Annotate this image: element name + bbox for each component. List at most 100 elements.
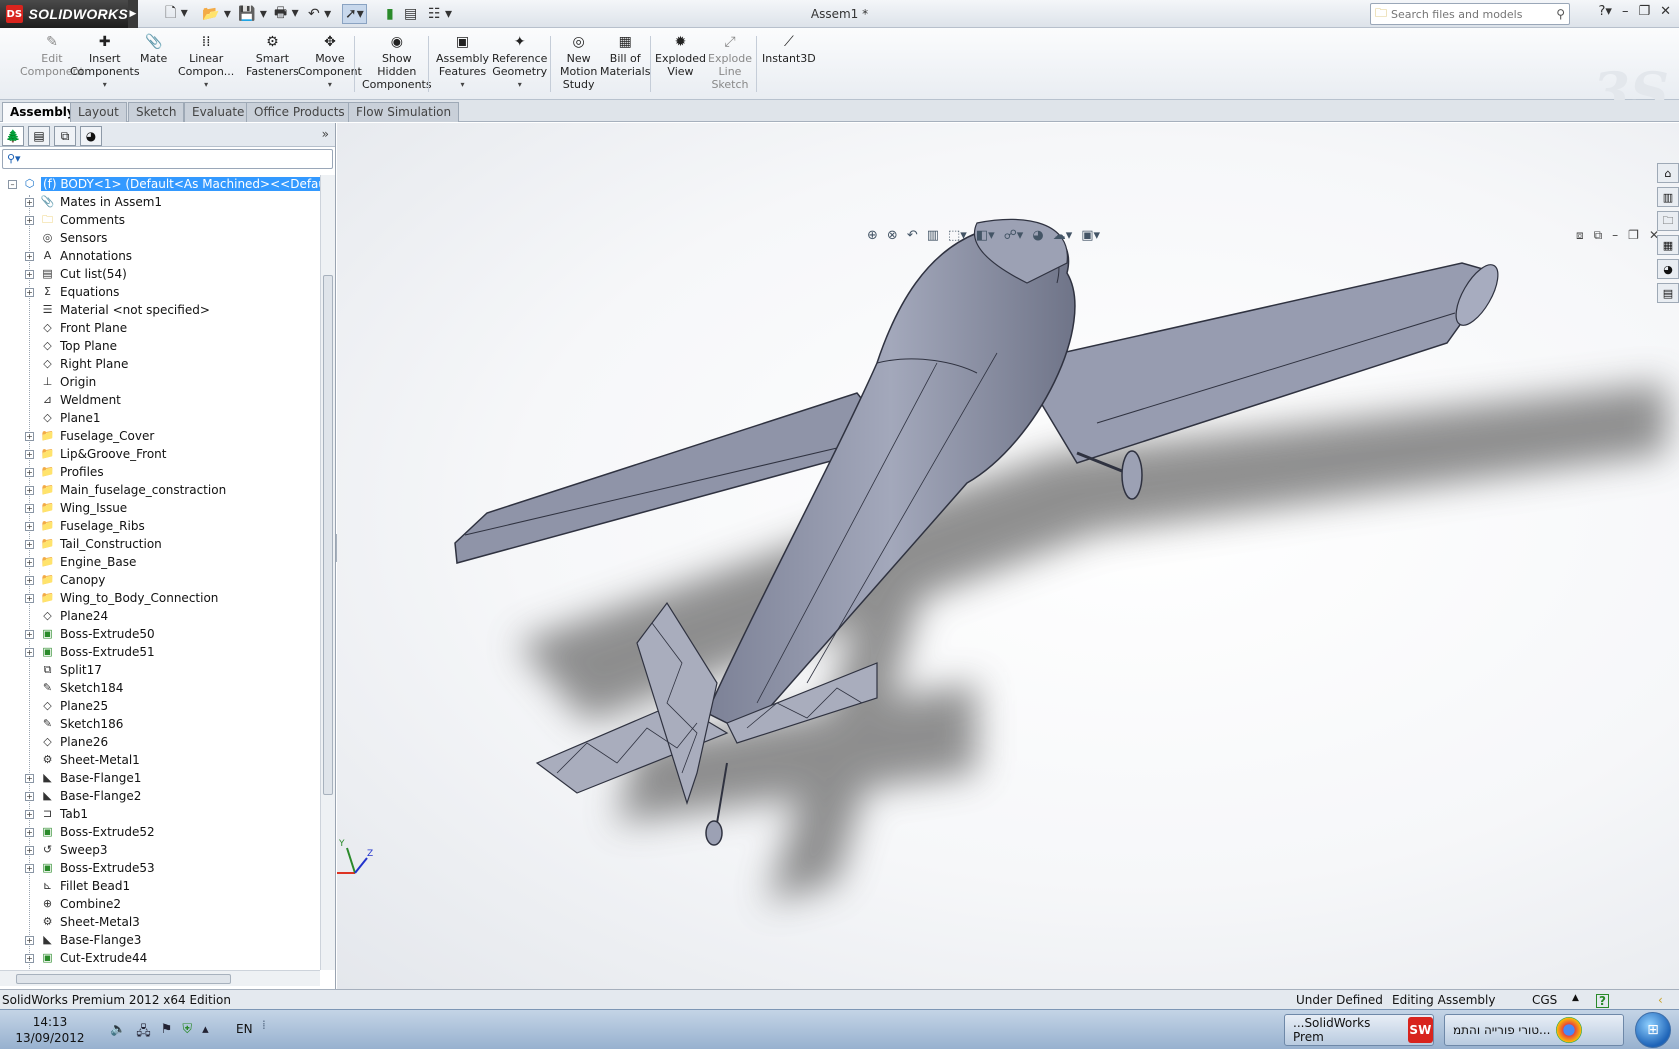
expand-icon[interactable]: + (25, 773, 34, 783)
viewport-minimize-icon[interactable]: – (1612, 228, 1618, 243)
search-input[interactable] (1391, 7, 1542, 21)
security-shield-icon[interactable]: ⛨ (182, 1022, 192, 1044)
file-explorer-icon[interactable]: 🗀 (1657, 211, 1679, 231)
options-icon[interactable]: ☷ ▾ (428, 4, 452, 24)
tree-item[interactable]: ⊿ Weldment (0, 391, 320, 409)
taskbar-solidworks-button[interactable]: ...SolidWorks Prem SW (1284, 1014, 1434, 1046)
tab-sketch[interactable]: Sketch (128, 102, 185, 122)
tree-item[interactable]: + ◣ Base-Flange2 (0, 787, 320, 805)
tree-item[interactable]: + 📁 Main_fuselage_constraction (0, 481, 320, 499)
tree-item[interactable]: ◇ Plane25 (0, 697, 320, 715)
tree-item[interactable]: ◇ Right Plane (0, 355, 320, 373)
tree-item[interactable]: ⊕ Combine2 (0, 895, 320, 913)
expand-icon[interactable]: + (25, 269, 34, 279)
apply-scene-icon[interactable]: ☁▾ (1053, 228, 1073, 243)
expand-icon[interactable]: + (25, 629, 34, 639)
expand-icon[interactable]: + (25, 467, 34, 477)
tab-flow-simulation[interactable]: Flow Simulation (348, 102, 460, 122)
scrollbar-thumb[interactable] (323, 275, 333, 795)
show-hidden-components-button[interactable]: ◉ Show Hidden Components (362, 34, 432, 91)
view-settings-icon[interactable]: ▣▾ (1081, 228, 1100, 243)
tree-item[interactable]: + ⊐ Tab1 (0, 805, 320, 823)
minimize-icon[interactable]: – (1622, 4, 1629, 19)
expand-icon[interactable]: + (25, 215, 34, 225)
tree-item[interactable]: + ▤ Cut list(54) (0, 265, 320, 283)
tree-item[interactable]: + ▣ Boss-Extrude53 (0, 859, 320, 877)
volume-icon[interactable]: 🔈 (110, 1022, 126, 1044)
tree-item[interactable]: ⊾ Fillet Bead1 (0, 877, 320, 895)
scrollbar-thumb[interactable] (16, 974, 231, 984)
search-box[interactable]: 🗀 ⚲ (1370, 3, 1570, 25)
tree-item[interactable]: + ▣ Cut-Extrude44 (0, 949, 320, 967)
tree-item[interactable]: ⚙ Sheet-Metal3 (0, 913, 320, 931)
expand-icon[interactable]: + (25, 449, 34, 459)
system-clock[interactable]: 14:13 13/09/2012 (10, 1014, 90, 1046)
tab-layout[interactable]: Layout (70, 102, 127, 122)
tree-item[interactable]: ✎ Sketch184 (0, 679, 320, 697)
design-library-icon[interactable]: ▥ (1657, 187, 1679, 207)
tree-item[interactable]: ⚙ Sheet-Metal1 (0, 751, 320, 769)
file-properties-icon[interactable]: ▤ (404, 4, 417, 24)
expand-icon[interactable]: + (25, 827, 34, 837)
tile-horizontal-icon[interactable]: ⧈ (1576, 228, 1584, 243)
tab-evaluate[interactable]: Evaluate (184, 102, 253, 122)
propertymanager-icon[interactable]: ▤ (28, 126, 50, 146)
appearances-icon[interactable]: ◕ (1657, 259, 1679, 279)
unit-dropdown-icon[interactable]: ▲ (1572, 993, 1579, 1003)
rebuild-traffic-light-icon[interactable]: ▮ (386, 4, 394, 24)
move-component-dropdown-icon[interactable]: ▾ (298, 78, 362, 91)
explode-line-sketch-button[interactable]: ⤢ Explode Line Sketch (708, 34, 752, 91)
tree-item[interactable]: + ▣ Boss-Extrude51 (0, 643, 320, 661)
tooltip-arrow-icon[interactable]: ‹ (1658, 993, 1663, 1007)
help-status-icon[interactable]: ? (1596, 994, 1609, 1008)
zoom-to-area-icon[interactable]: ⊗ (887, 228, 898, 243)
tree-item[interactable]: + 📁 Engine_Base (0, 553, 320, 571)
view-palette-icon[interactable]: ▦ (1657, 235, 1679, 255)
help-icon[interactable]: ?▾ (1599, 4, 1612, 19)
tree-item[interactable]: + 📁 Wing_to_Body_Connection (0, 589, 320, 607)
tree-item[interactable]: + 📁 Profiles (0, 463, 320, 481)
tree-item[interactable]: + 📎 Mates in Assem1 (0, 193, 320, 211)
section-view-icon[interactable]: ▥ (927, 228, 939, 243)
taskbar-chrome-button[interactable]: טורי פורייה והתמ... (1444, 1014, 1624, 1046)
tree-item[interactable]: ◇ Plane1 (0, 409, 320, 427)
configurationmanager-icon[interactable]: ⧉ (54, 126, 76, 146)
tree-filter[interactable]: ⚲▾ (2, 149, 333, 169)
select-cursor-icon[interactable]: ➚▾ (342, 4, 367, 24)
exploded-view-button[interactable]: ✹ Exploded View (655, 34, 706, 78)
tree-item[interactable]: ✎ Sketch186 (0, 715, 320, 733)
displaymanager-icon[interactable]: ◕ (80, 126, 102, 146)
expand-icon[interactable]: + (25, 845, 34, 855)
close-icon[interactable]: ✕ (1660, 4, 1671, 19)
menu-pin-arrow-icon[interactable]: ▶ (128, 0, 138, 28)
tree-item[interactable]: + 🗀 Comments (0, 211, 320, 229)
solidworks-menu-logo[interactable]: DS SOLIDWORKS (0, 0, 128, 28)
tree-item[interactable]: + 📁 Lip&Groove_Front (0, 445, 320, 463)
graphics-area[interactable]: X Y Z ⊕ ⊗ ↶ ▥ ⬚▾ ◧▾ ☍▾ ◕ ☁▾ ▣▾ ⧈ ⧉ – ❐ ✕… (337, 123, 1679, 989)
viewport-restore-icon[interactable]: ❐ (1628, 228, 1639, 243)
mate-button[interactable]: 📎 Mate (140, 34, 167, 65)
featuremanager-tree-icon[interactable]: 🌲 (2, 126, 24, 146)
tree-horizontal-scrollbar[interactable] (0, 970, 320, 986)
tree-item[interactable]: ◎ Sensors (0, 229, 320, 247)
linear-component-pattern-dropdown-icon[interactable]: ▾ (178, 78, 234, 91)
expand-icon[interactable]: + (25, 791, 34, 801)
expand-icon[interactable]: + (25, 287, 34, 297)
tree-item[interactable]: ◇ Plane24 (0, 607, 320, 625)
tree-item[interactable]: + 📁 Fuselage_Cover (0, 427, 320, 445)
undo-icon[interactable]: ↶ ▾ (308, 4, 331, 24)
tree-item[interactable]: ◇ Plane26 (0, 733, 320, 751)
print-icon[interactable]: 🖶 ▾ (274, 4, 299, 24)
tree-item[interactable]: + ▣ Boss-Extrude52 (0, 823, 320, 841)
expand-icon[interactable]: + (25, 503, 34, 513)
network-icon[interactable]: 🖧 (136, 1022, 151, 1044)
tile-vertical-icon[interactable]: ⧉ (1594, 228, 1603, 243)
instant3d-button[interactable]: ⟋ Instant3D (762, 34, 816, 65)
tree-item[interactable]: ☰ Material <not specified> (0, 301, 320, 319)
insert-components-dropdown-icon[interactable]: ▾ (70, 78, 140, 91)
hide-show-items-icon[interactable]: ☍▾ (1004, 228, 1024, 243)
expand-icon[interactable]: + (25, 863, 34, 873)
tree-item[interactable]: ⧉ Split17 (0, 661, 320, 679)
solidworks-resources-icon[interactable]: ⌂ (1657, 163, 1679, 183)
expand-icon[interactable]: + (25, 575, 34, 585)
